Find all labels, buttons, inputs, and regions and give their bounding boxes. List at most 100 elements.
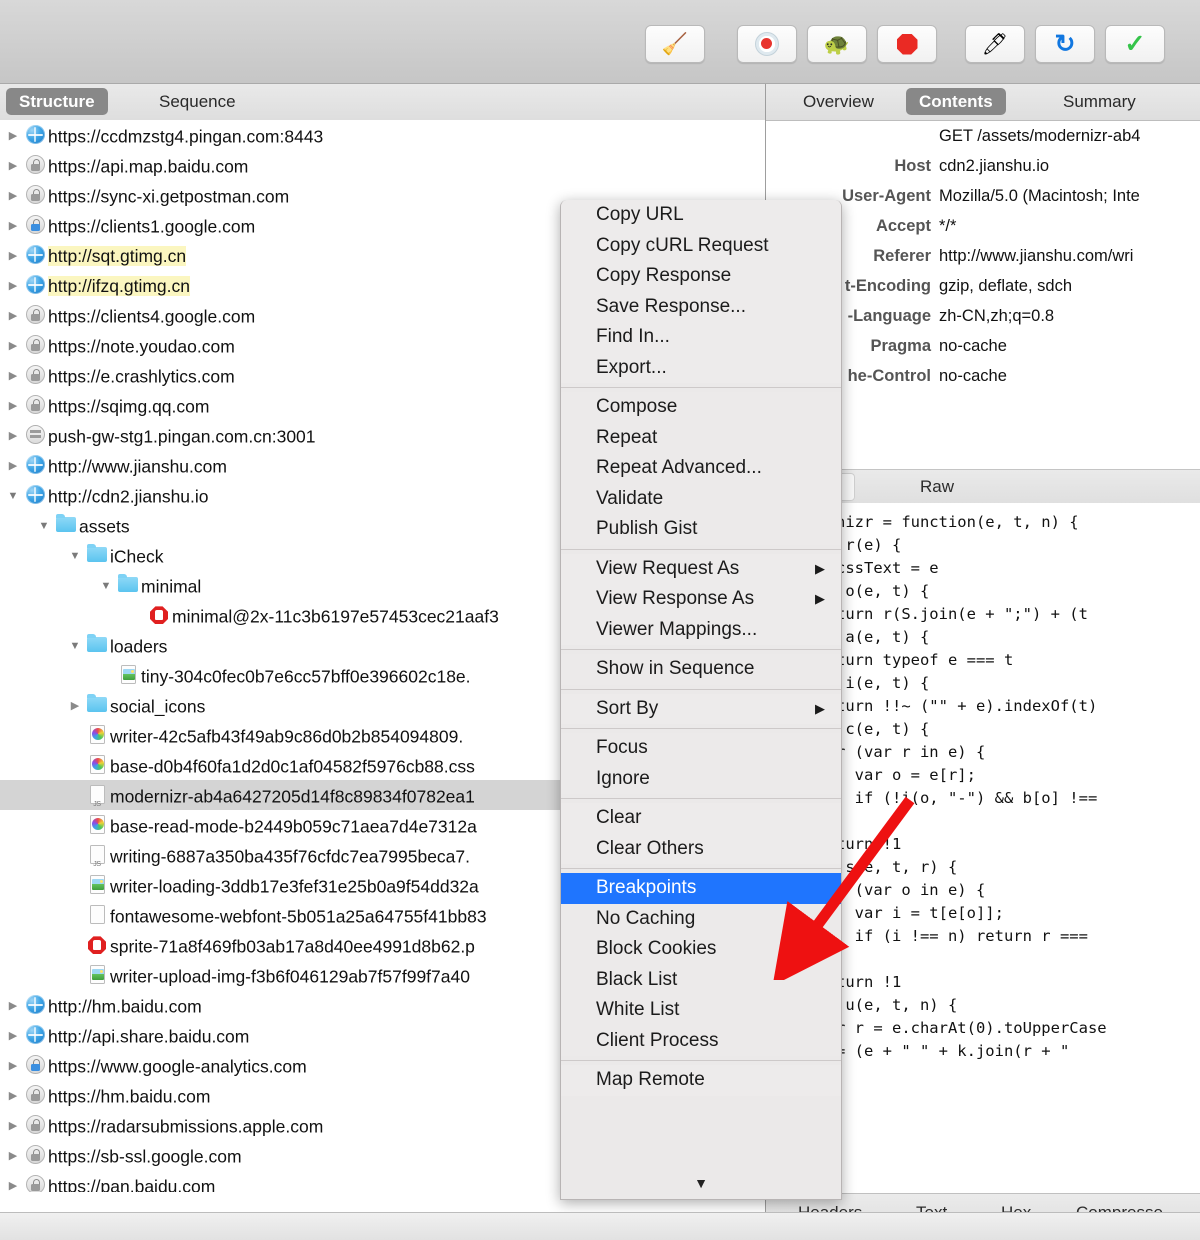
menu-item-viewer-mappings[interactable]: Viewer Mappings... (561, 615, 841, 646)
menu-item-validate[interactable]: Validate (561, 484, 841, 515)
validate-button[interactable]: ✓ (1105, 25, 1165, 63)
menu-item-save-response[interactable]: Save Response... (561, 292, 841, 323)
disclosure-triangle-closed-icon[interactable]: ▶ (4, 451, 22, 481)
menu-group: Copy URL Copy cURL Request Copy Response Sa… (561, 200, 841, 383)
menu-item-black-list[interactable]: Black List (561, 965, 841, 996)
menu-item-copy-response[interactable]: Copy Response (561, 261, 841, 292)
row-icon-slot (84, 811, 110, 841)
menu-item-breakpoints[interactable]: Breakpoints (561, 873, 841, 904)
menu-item-block-cookies[interactable]: Block Cookies (561, 934, 841, 965)
disclosure-triangle-closed-icon[interactable]: ▶ (4, 1141, 22, 1171)
disclosure-triangle-closed-icon[interactable]: ▶ (4, 121, 22, 151)
compose-button[interactable]: 🖊 (965, 25, 1025, 63)
menu-item-repeat[interactable]: Repeat (561, 423, 841, 454)
menu-item-export[interactable]: Export... (561, 353, 841, 384)
code-line: } (780, 810, 1200, 833)
menu-item-label: Black List (596, 968, 678, 990)
menu-item-label: Client Process (596, 1029, 719, 1051)
disclosure-triangle-closed-icon[interactable]: ▶ (4, 1021, 22, 1051)
menu-item-label: Save Response... (596, 295, 746, 317)
globe-icon (25, 275, 45, 295)
disclosure-triangle-closed-icon[interactable]: ▶ (4, 241, 22, 271)
bbtab-hex[interactable]: Hex (1001, 1200, 1031, 1212)
tab-structure[interactable]: Structure (6, 88, 108, 115)
disclosure-triangle-closed-icon[interactable]: ▶ (4, 331, 22, 361)
menu-item-compose[interactable]: Compose (561, 392, 841, 423)
row-icon-slot (22, 211, 48, 241)
disclosure-triangle-closed-icon[interactable]: ▶ (4, 1171, 22, 1192)
globe-icon (25, 125, 45, 145)
disclosure-triangle-closed-icon[interactable]: ▶ (4, 991, 22, 1021)
lock-icon (25, 305, 45, 325)
menu-item-ignore[interactable]: Ignore (561, 764, 841, 795)
menu-item-clear-others[interactable]: Clear Others (561, 834, 841, 865)
code-line: nction u(e, t, n) { (780, 996, 958, 1014)
throttle-button[interactable]: 🐢 (807, 25, 867, 63)
disclosure-triangle-closed-icon[interactable]: ▶ (4, 391, 22, 421)
context-menu-scroll-down-arrow[interactable]: ▼ (561, 1173, 841, 1199)
disclosure-triangle-closed-icon[interactable]: ▶ (4, 301, 22, 331)
tab-summary[interactable]: Summary (1050, 88, 1149, 115)
tree-row-label: minimal (141, 576, 202, 597)
disclosure-triangle-closed-icon[interactable]: ▶ (4, 421, 22, 451)
menu-item-focus[interactable]: Focus (561, 733, 841, 764)
disclosure-triangle-open-icon[interactable]: ▼ (66, 541, 84, 571)
menu-item-view-response-as[interactable]: View Response As ▶ (561, 584, 841, 615)
disclosure-triangle-closed-icon[interactable]: ▶ (4, 1081, 22, 1111)
repeat-button[interactable]: ↻ (1035, 25, 1095, 63)
menu-item-client-process[interactable]: Client Process (561, 1026, 841, 1057)
menu-item-copy-curl-request[interactable]: Copy cURL Request (561, 231, 841, 262)
tree-row-label: https://note.youdao.com (48, 336, 235, 357)
menu-item-clear[interactable]: Clear (561, 803, 841, 834)
code-line: for (var o in e) { (780, 881, 986, 899)
menu-item-map-remote[interactable]: Map Remote (561, 1065, 841, 1096)
menu-item-show-in-sequence[interactable]: Show in Sequence (561, 654, 841, 685)
disclosure-triangle-closed-icon[interactable]: ▶ (4, 211, 22, 241)
disclosure-triangle-open-icon[interactable]: ▼ (4, 481, 22, 511)
menu-item-copy-url[interactable]: Copy URL (561, 200, 841, 231)
clear-broom-button[interactable]: 🧹 (645, 25, 705, 63)
breakpoints-button[interactable] (877, 25, 937, 63)
disclosure-triangle-closed-icon[interactable]: ▶ (66, 691, 84, 721)
record-button[interactable] (737, 25, 797, 63)
disclosure-triangle-closed-icon[interactable]: ▶ (4, 361, 22, 391)
menu-item-repeat-advanced[interactable]: Repeat Advanced... (561, 453, 841, 484)
disclosure-triangle-open-icon[interactable]: ▼ (35, 511, 53, 541)
btab-raw[interactable]: Raw (906, 473, 968, 501)
menu-item-sort-by[interactable]: Sort By ▶ (561, 694, 841, 725)
row-icon-slot (84, 961, 110, 991)
disclosure-triangle-open-icon[interactable]: ▼ (66, 631, 84, 661)
tree-row-label: push-gw-stg1.pingan.com.cn:3001 (48, 426, 316, 447)
tree-row-label: modernizr-ab4a6427205d14f8c89834f0782ea1 (110, 786, 475, 807)
bbtab-text[interactable]: Text (916, 1200, 947, 1212)
disclosure-triangle-open-icon[interactable]: ▼ (97, 571, 115, 601)
menu-item-find-in[interactable]: Find In... (561, 322, 841, 353)
disclosure-triangle-closed-icon[interactable]: ▶ (4, 271, 22, 301)
tree-row[interactable]: ▶ https://api.map.baidu.com (0, 150, 765, 180)
disclosure-triangle-closed-icon[interactable]: ▶ (4, 1051, 22, 1081)
bbtab-headers[interactable]: Headers (798, 1200, 862, 1212)
tab-contents[interactable]: Contents (906, 88, 1006, 115)
lock-icon (25, 1145, 45, 1165)
code-line: nction o(e, t) { (780, 582, 930, 600)
globe-icon (25, 245, 45, 265)
header-row: Host cdn2.jianshu.io (766, 151, 1200, 181)
menu-item-label: Viewer Mappings... (596, 618, 758, 640)
context-menu[interactable]: Copy URL Copy cURL Request Copy Response Sa… (560, 200, 842, 1200)
tree-row-label: https://sqimg.qq.com (48, 396, 210, 417)
menu-item-white-list[interactable]: White List (561, 995, 841, 1026)
tab-sequence[interactable]: Sequence (146, 88, 249, 115)
disclosure-triangle-closed-icon[interactable]: ▶ (4, 1111, 22, 1141)
menu-group: Breakpoints No Caching Block Cookies Black … (561, 873, 841, 1056)
disclosure-triangle-closed-icon[interactable]: ▶ (4, 151, 22, 181)
menu-item-view-request-as[interactable]: View Request As ▶ (561, 554, 841, 585)
bbtab-compressed[interactable]: Compresse (1076, 1200, 1163, 1212)
tab-overview[interactable]: Overview (790, 88, 887, 115)
tree-row[interactable]: ▶ https://ccdmzstg4.pingan.com:8443 (0, 120, 765, 150)
code-line: var r = e.charAt(0).toUpperCase (780, 1019, 1107, 1037)
menu-separator (561, 1060, 841, 1061)
menu-item-publish-gist[interactable]: Publish Gist (561, 514, 841, 545)
menu-item-no-caching[interactable]: No Caching (561, 904, 841, 935)
tree-row-label: https://hm.baidu.com (48, 1086, 211, 1107)
disclosure-triangle-closed-icon[interactable]: ▶ (4, 181, 22, 211)
